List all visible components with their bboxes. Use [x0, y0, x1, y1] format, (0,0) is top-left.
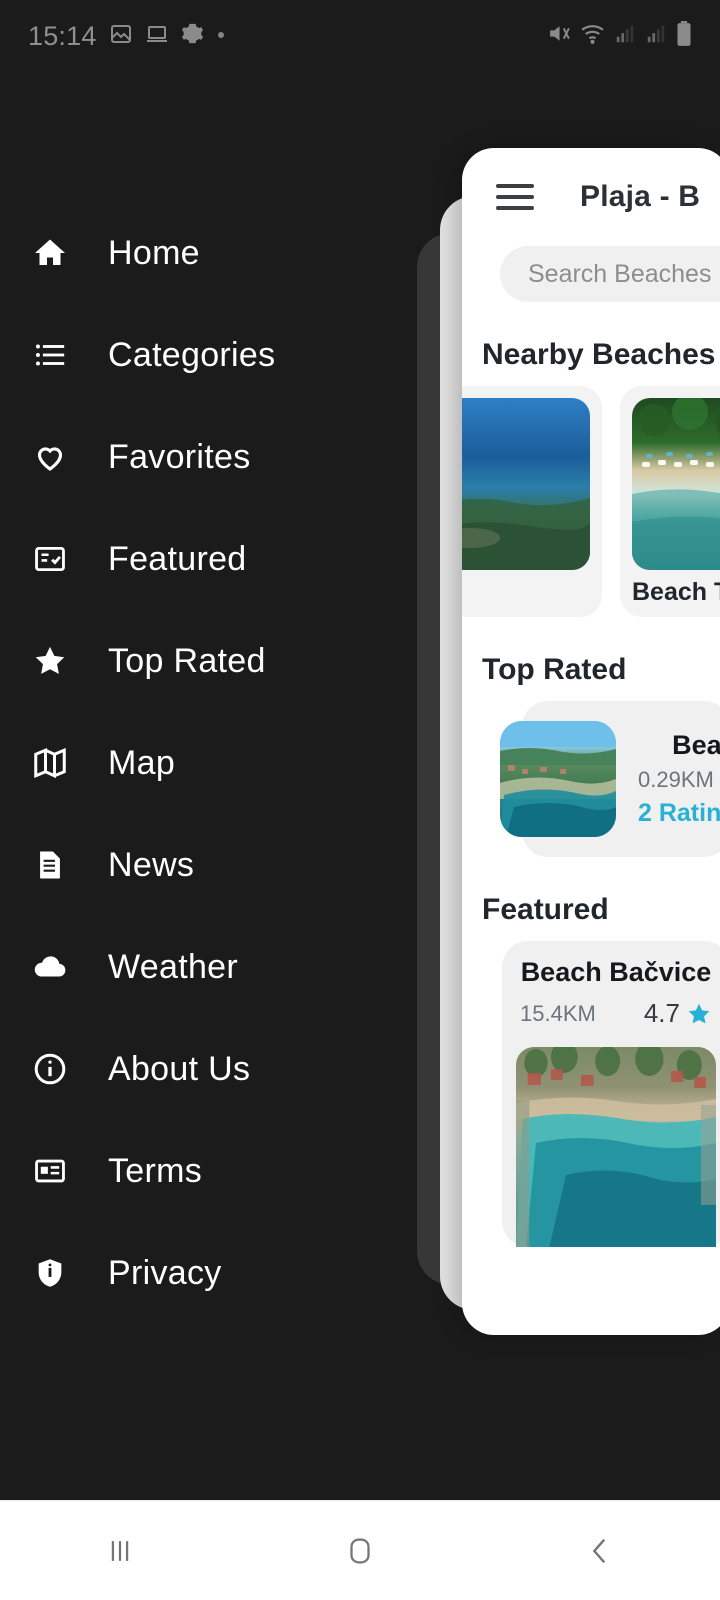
featured-score: 4.7	[644, 998, 712, 1029]
star-icon	[688, 1003, 710, 1023]
page-title: Plaja - B	[580, 180, 701, 213]
top-rated-title: Beac	[672, 730, 720, 760]
app-bar: Plaja - B	[462, 148, 720, 246]
top-rated-info: Beac 0.29KM 2 Rating	[638, 730, 720, 828]
signal-icon	[614, 23, 636, 50]
hamburger-icon[interactable]	[496, 184, 534, 210]
dot-icon	[216, 27, 226, 45]
battery-icon	[676, 20, 692, 52]
section-title-featured: Featured	[482, 893, 609, 926]
sidebar-item-label: Categories	[108, 335, 276, 374]
search-input[interactable]	[500, 246, 720, 302]
sidebar-item-label: Home	[108, 233, 200, 272]
section-title-top-rated: Top Rated	[482, 653, 627, 686]
beach-bay-aerial-photo	[500, 721, 616, 837]
star-icon	[30, 641, 70, 681]
featured-title: Beach Bačvice	[520, 957, 712, 987]
top-rated-distance: 0.29KM	[638, 767, 714, 792]
nearby-card[interactable]	[462, 386, 602, 617]
checklist-icon	[30, 539, 70, 579]
android-navigation-bar	[0, 1500, 720, 1600]
sidebar-item-terms[interactable]: Terms	[0, 1120, 440, 1222]
featured-card[interactable]: Beach Bačvice 15.4KM 4.7	[502, 941, 720, 1247]
recents-icon[interactable]	[60, 1501, 180, 1600]
signal-2-icon	[645, 23, 667, 50]
sidebar-item-label: Weather	[108, 947, 238, 986]
list-icon	[30, 335, 70, 375]
home-square-icon[interactable]	[300, 1501, 420, 1600]
home-icon	[30, 233, 70, 273]
gear-icon	[181, 22, 204, 50]
app-content-panel: Plaja - B Nearby Beaches	[462, 148, 720, 1335]
sidebar-item-label: Map	[108, 743, 176, 782]
featured-distance: 15.4KM	[520, 1000, 596, 1026]
info-circle-icon	[30, 1049, 70, 1089]
shield-info-icon	[30, 1253, 70, 1293]
status-bar-right	[546, 20, 692, 52]
status-bar: 15:14	[0, 0, 720, 72]
sidebar-item-categories[interactable]: Categories	[0, 304, 440, 406]
top-rated-card[interactable]: Beac 0.29KM 2 Rating	[500, 701, 720, 857]
nearby-card-title: Beach Tri M	[632, 578, 720, 606]
search-container	[462, 246, 720, 302]
nearby-beaches-list[interactable]: Beach Tri M	[462, 386, 720, 617]
mute-icon	[546, 21, 571, 51]
nearby-card[interactable]: Beach Tri M	[620, 386, 720, 617]
sidebar-item-featured[interactable]: Featured	[0, 508, 440, 610]
sidebar-item-home[interactable]: Home	[0, 202, 440, 304]
article-icon	[30, 1151, 70, 1191]
navigation-drawer: Home Categories Favorites Featured Top R…	[0, 72, 440, 1472]
back-chevron-icon[interactable]	[540, 1501, 660, 1600]
beach-umbrellas-aerial-photo	[632, 398, 720, 570]
sidebar-item-label: News	[108, 845, 195, 884]
sidebar-item-news[interactable]: News	[0, 814, 440, 916]
sidebar-item-map[interactable]: Map	[0, 712, 440, 814]
document-icon	[30, 845, 70, 885]
sidebar-item-label: Top Rated	[108, 641, 266, 680]
sidebar-item-label: About Us	[108, 1049, 251, 1088]
sidebar-item-favorites[interactable]: Favorites	[0, 406, 440, 508]
laptop-icon	[145, 22, 169, 51]
featured-meta: 15.4KM 4.7	[516, 998, 716, 1029]
cloud-icon	[30, 947, 70, 987]
section-title-nearby: Nearby Beaches	[482, 338, 716, 371]
sidebar-item-about-us[interactable]: About Us	[0, 1018, 440, 1120]
map-icon	[30, 743, 70, 783]
sidebar-item-label: Favorites	[108, 437, 251, 476]
sidebar-item-label: Privacy	[108, 1253, 222, 1292]
wifi-icon	[580, 21, 605, 51]
sidebar-item-label: Featured	[108, 539, 247, 578]
sidebar-item-top-rated[interactable]: Top Rated	[0, 610, 440, 712]
status-time: 15:14	[28, 20, 97, 51]
image-icon	[109, 22, 133, 51]
sidebar-item-privacy[interactable]: Privacy	[0, 1222, 440, 1324]
sidebar-item-label: Terms	[108, 1151, 203, 1190]
beach-coast-cliff-photo	[462, 398, 590, 570]
bacvice-aerial-photo	[516, 1047, 716, 1247]
heart-icon	[30, 437, 70, 477]
top-rated-rating: 2 Rating	[638, 799, 720, 827]
featured-score-value: 4.7	[643, 998, 680, 1028]
status-bar-left: 15:14	[28, 21, 226, 52]
sidebar-item-weather[interactable]: Weather	[0, 916, 440, 1018]
